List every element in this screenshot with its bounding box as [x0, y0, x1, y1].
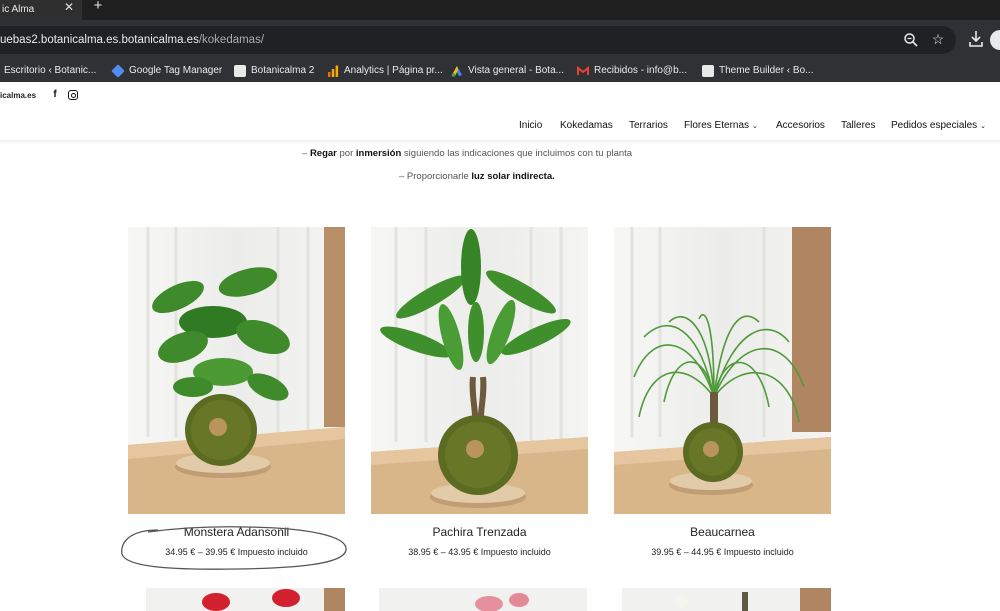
new-tab-icon[interactable]: +	[91, 0, 105, 13]
browser-tab[interactable]: ic Alma ✕	[0, 0, 82, 20]
url-text[interactable]: uebas2.botanicalma.es.botanicalma.es/kok…	[0, 33, 264, 47]
address-bar[interactable]: uebas2.botanicalma.es.botanicalma.es/kok…	[0, 26, 956, 54]
anthurium-pink-plant-image	[379, 588, 587, 611]
bookmark-label: Google Tag Manager	[129, 65, 223, 76]
zoom-icon[interactable]	[903, 32, 919, 48]
bookmarks-bar: Escritorio ‹ Botanic... Google Tag Manag…	[0, 60, 1000, 82]
product-image[interactable]	[614, 227, 831, 514]
bookmark-label: Theme Builder ‹ Bo...	[719, 65, 814, 76]
nav-item-flores-eternas[interactable]: Flores Eternas ⌄	[684, 119, 758, 134]
nav-label: Kokedamas	[560, 120, 613, 131]
bookmark-label: Botanicalma 2	[251, 65, 315, 76]
pachira-plant-image	[371, 227, 588, 514]
nav-item-terrarios[interactable]: Terrarios	[629, 119, 668, 133]
care-instruction-watering: – Regar por inmersión siguiendo las indi…	[302, 148, 633, 159]
chevron-down-icon: ⌄	[980, 123, 987, 130]
nav-item-inicio[interactable]: Inicio	[519, 119, 542, 133]
site-domain[interactable]: icalma.es	[0, 91, 36, 101]
site-topbar: icalma.es f	[0, 88, 1000, 104]
product-price: 38.95 € – 43.95 € Impuesto incluido	[408, 547, 551, 557]
nav-item-pedidos-especiales[interactable]: Pedidos especiales ⌄	[891, 119, 986, 134]
beaucarnea-plant-image	[614, 227, 831, 514]
facebook-icon[interactable]: f	[50, 89, 60, 101]
close-icon[interactable]: ✕	[62, 0, 76, 14]
product-image-partial[interactable]	[622, 588, 831, 611]
product-price: 39.95 € – 44.95 € Impuesto incluido	[651, 547, 794, 557]
nav-label: Pedidos especiales	[891, 120, 978, 131]
bookmark-item[interactable]: Recibidos - info@b...	[577, 64, 687, 78]
product-image[interactable]	[371, 227, 588, 514]
nav-item-talleres[interactable]: Talleres	[841, 119, 875, 133]
analytics-icon	[328, 65, 339, 77]
main-nav: Inicio Kokedamas Terrarios Flores Eterna…	[0, 117, 1000, 135]
nav-label: Talleres	[841, 120, 876, 131]
bookmark-label: Analytics | Página pr...	[344, 65, 443, 76]
profile-avatar[interactable]	[990, 30, 1000, 50]
bookmark-item[interactable]: Escritorio ‹ Botanic...	[4, 64, 96, 78]
bookmark-item[interactable]: Theme Builder ‹ Bo...	[702, 64, 813, 78]
download-icon[interactable]	[968, 30, 984, 48]
bookmark-star-icon[interactable]: ☆	[930, 31, 946, 47]
nav-label: Terrarios	[629, 120, 668, 131]
tab-title: ic Alma	[2, 4, 35, 15]
product-image[interactable]	[128, 227, 345, 514]
nav-label: Flores Eternas	[684, 120, 750, 131]
bookmark-label: Recibidos - info@b...	[594, 65, 687, 76]
anthurium-plant-image	[146, 588, 345, 611]
product-image-partial[interactable]	[146, 588, 345, 611]
nav-label: Inicio	[519, 120, 543, 131]
gmail-icon	[577, 65, 589, 75]
nav-label: Accesorios	[776, 120, 825, 131]
browser-tabstrip: ic Alma ✕ +	[0, 0, 1000, 20]
site-icon	[702, 65, 714, 77]
gtm-icon	[111, 64, 125, 78]
monstera-plant-image	[128, 227, 345, 514]
annotation-circle	[121, 526, 347, 570]
product-name[interactable]: Pachira Trenzada	[371, 525, 588, 539]
instagram-icon[interactable]	[68, 90, 78, 100]
bookmark-label: Escritorio ‹ Botanic...	[4, 65, 97, 76]
product-image-partial[interactable]	[379, 588, 587, 611]
site-icon	[234, 65, 246, 77]
google-ads-icon	[451, 66, 462, 77]
bookmark-item[interactable]: Analytics | Página pr...	[327, 64, 443, 78]
chevron-down-icon: ⌄	[752, 123, 758, 130]
url-path: /kokedamas/	[198, 34, 265, 46]
bookmark-label: Vista general - Bota...	[468, 65, 564, 76]
bookmark-item[interactable]: Google Tag Manager	[111, 64, 223, 78]
orchid-plant-image	[622, 588, 831, 611]
nav-item-accesorios[interactable]: Accesorios	[776, 119, 825, 133]
browser-toolbar: uebas2.botanicalma.es.botanicalma.es/kok…	[0, 20, 1000, 60]
bookmark-item[interactable]: Vista general - Bota...	[451, 64, 564, 78]
nav-item-kokedamas[interactable]: Kokedamas	[560, 119, 613, 133]
bookmark-item[interactable]: Botanicalma 2	[234, 64, 314, 78]
care-instruction-light: – Proporcionarle luz solar indirecta.	[399, 171, 555, 182]
product-name[interactable]: Beaucarnea	[614, 525, 831, 539]
url-host: uebas2.botanicalma.es.botanicalma.es	[0, 34, 199, 46]
header-shadow	[0, 140, 1000, 144]
